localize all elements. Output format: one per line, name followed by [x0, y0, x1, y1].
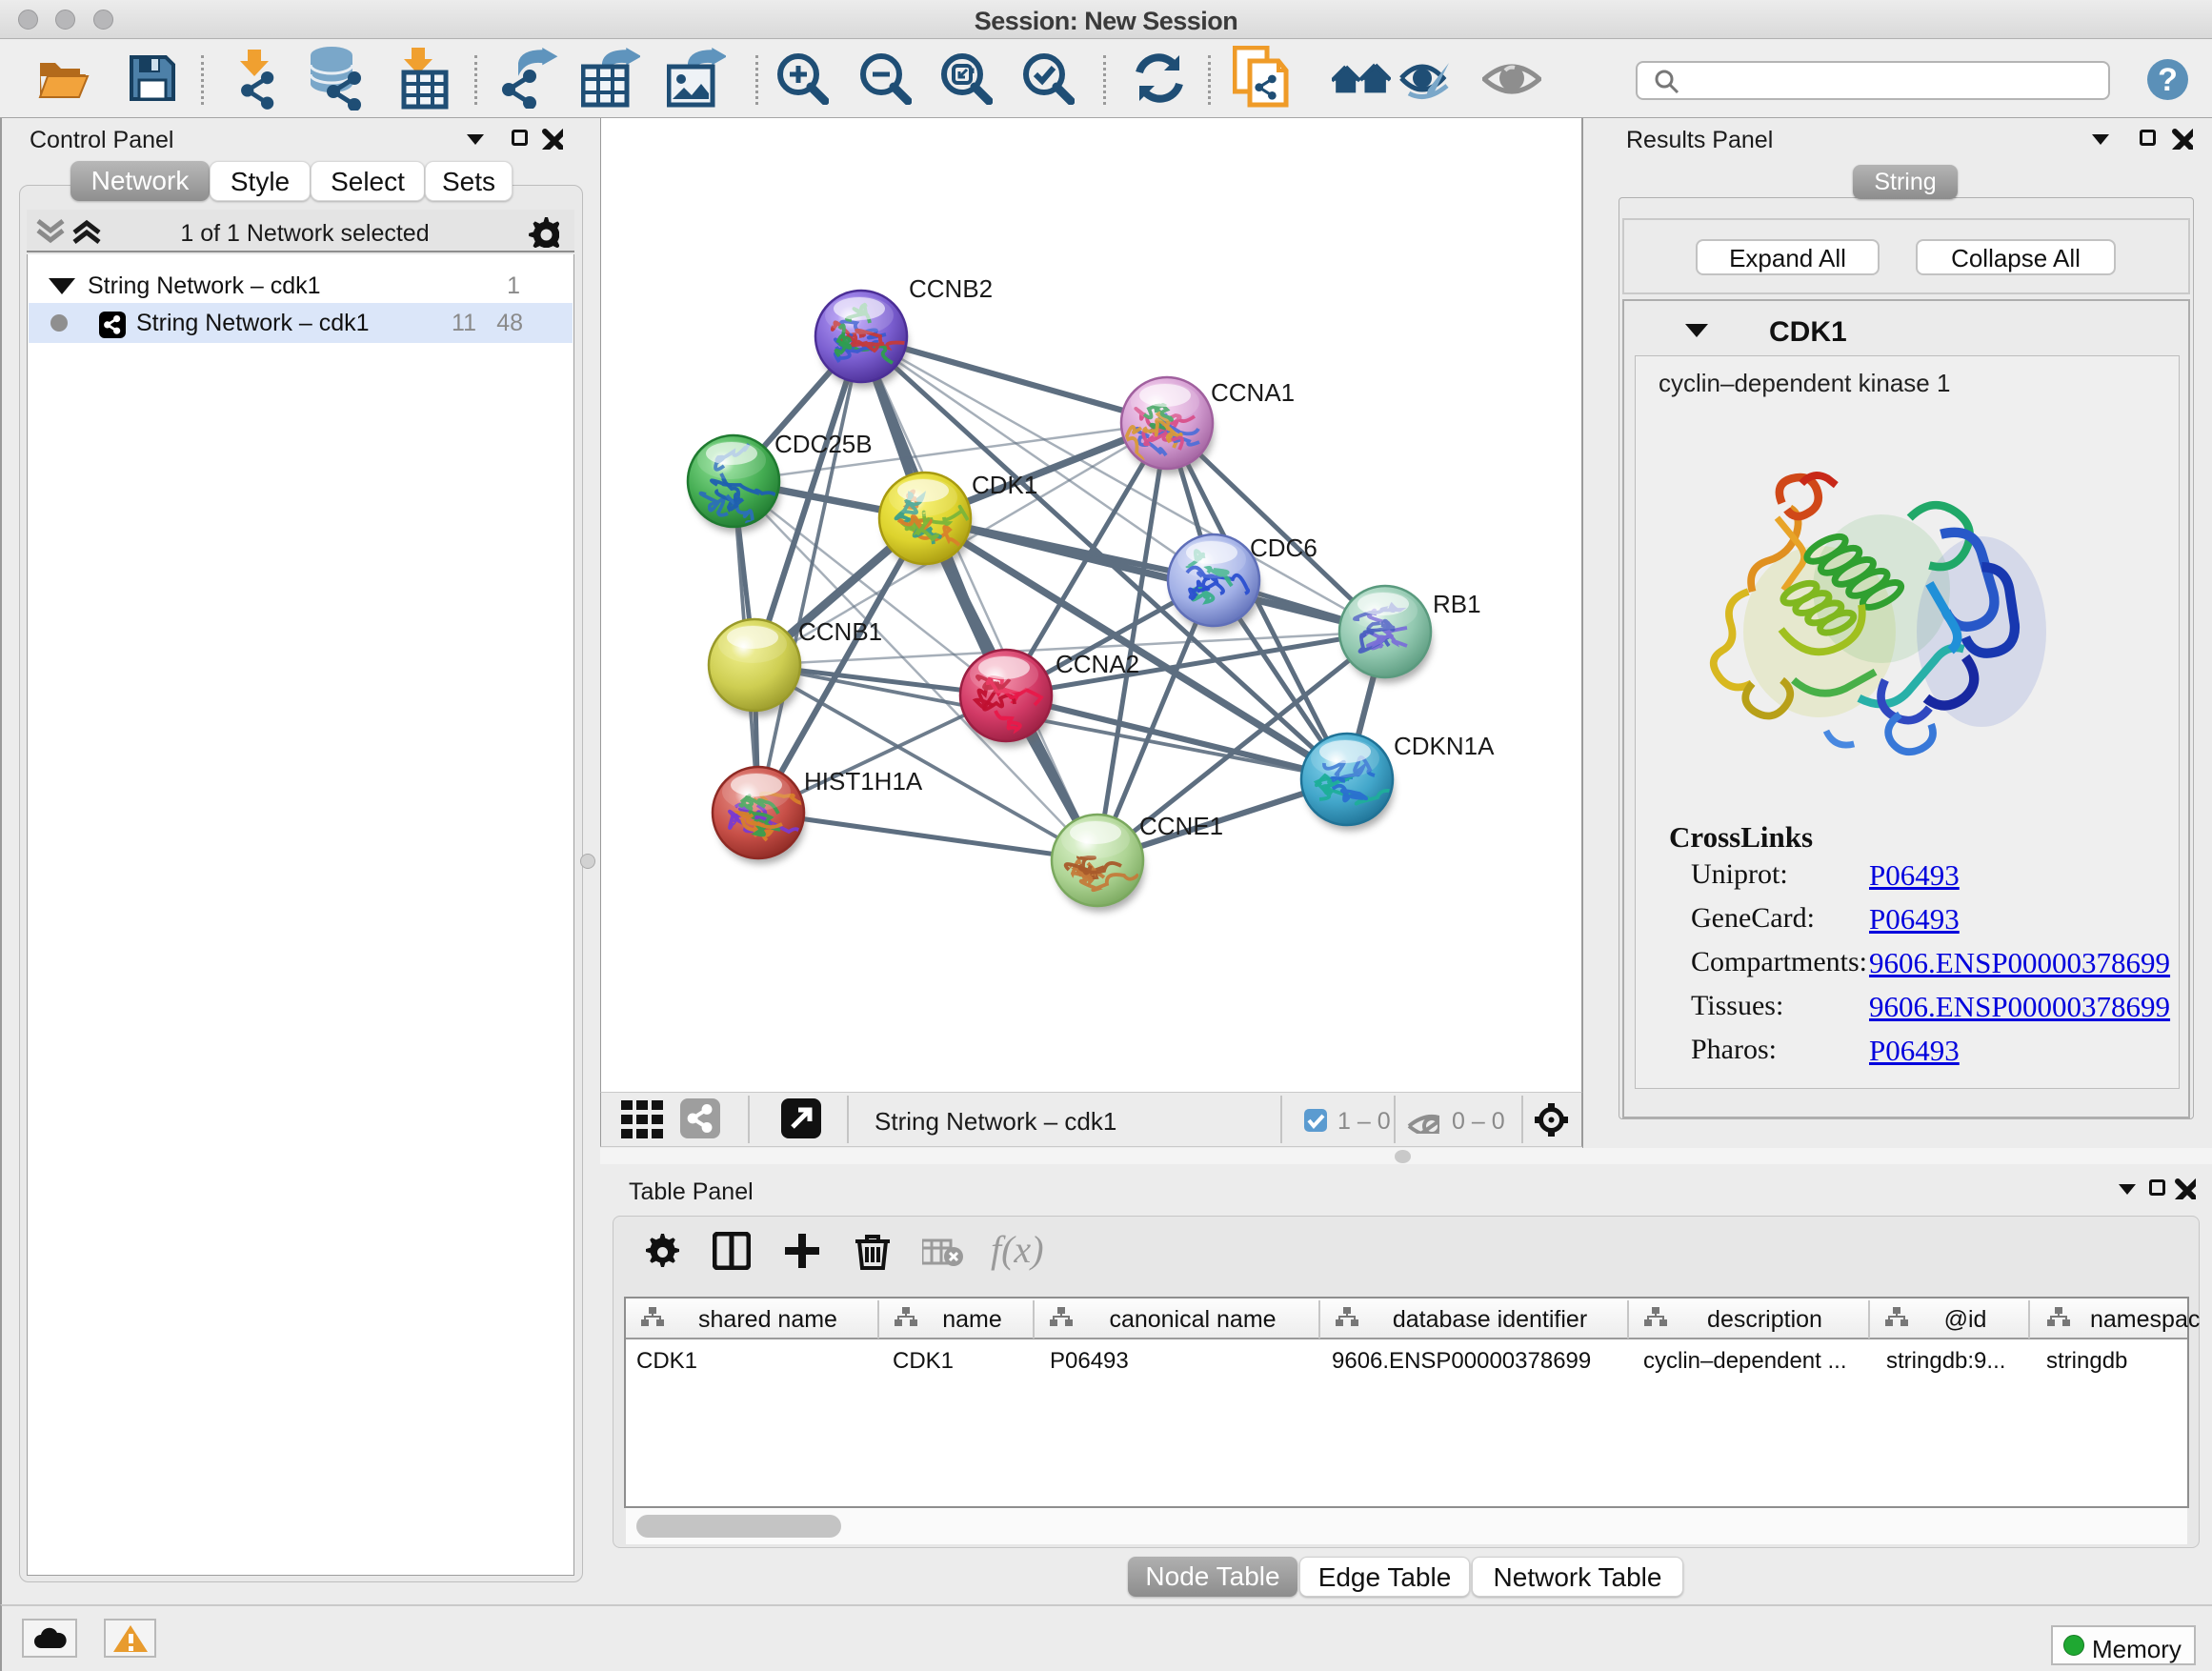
- svg-text:CCNA2: CCNA2: [1056, 650, 1139, 678]
- svg-text:CDKN1A: CDKN1A: [1394, 732, 1495, 760]
- svg-text:CDC25B: CDC25B: [774, 430, 873, 458]
- svg-text:HIST1H1A: HIST1H1A: [804, 767, 923, 795]
- svg-text:RB1: RB1: [1433, 590, 1481, 618]
- svg-text:CCNB2: CCNB2: [909, 274, 993, 303]
- svg-text:CDC6: CDC6: [1250, 534, 1317, 562]
- svg-text:CDK1: CDK1: [972, 471, 1037, 499]
- svg-text:CCNE1: CCNE1: [1139, 812, 1223, 840]
- svg-text:CCNB1: CCNB1: [798, 617, 882, 646]
- svg-text:CCNA1: CCNA1: [1211, 378, 1295, 407]
